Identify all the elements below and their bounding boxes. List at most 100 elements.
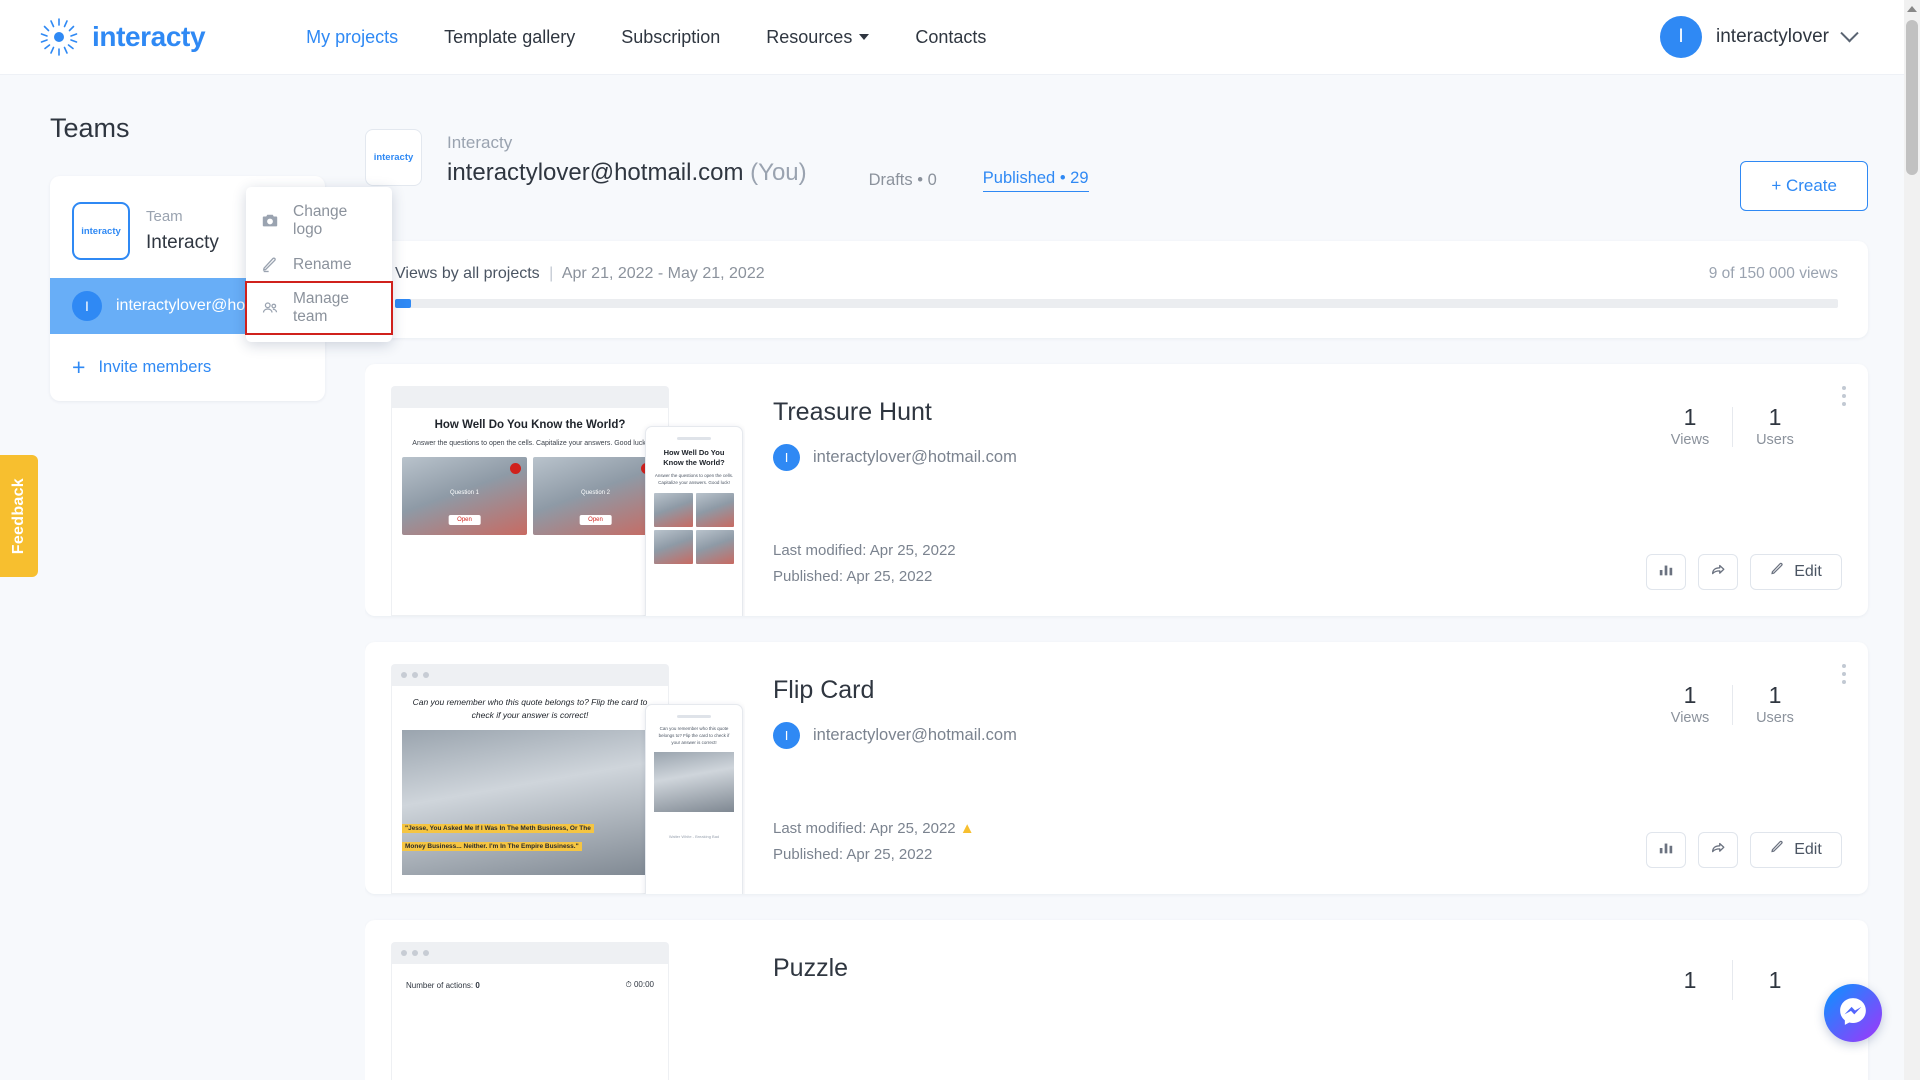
thumbnail-cell-button: Open	[579, 515, 612, 526]
share-icon	[1710, 562, 1726, 583]
lock-icon	[510, 463, 521, 475]
teams-sidebar: Teams interacty Team Interacty I interac…	[0, 75, 393, 1080]
nav-subscription[interactable]: Subscription	[598, 19, 743, 56]
project-users-stat: 1	[1733, 967, 1817, 994]
project-owner-email: interactylover@hotmail.com	[813, 448, 1017, 466]
project-info: Treasure Hunt I interactylover@hotmail.c…	[745, 364, 1623, 616]
project-title: Puzzle	[773, 954, 849, 982]
project-card: Can you remember who this quote belongs …	[365, 642, 1868, 894]
account-header: interacty Interacty interactylover@hotma…	[365, 75, 1868, 211]
warning-icon: ▲	[959, 819, 975, 837]
brand-logo[interactable]: interacty	[38, 16, 206, 58]
messenger-icon	[1838, 996, 1868, 1031]
thumbnail-cell-grid: Question 1 Open Question 2 Open	[402, 457, 658, 536]
main-nav: My projects Template gallery Subscriptio…	[283, 19, 1009, 56]
page-scrollbar[interactable]	[1904, 0, 1920, 1080]
nav-resources[interactable]: Resources	[743, 19, 892, 56]
nav-resources-label: Resources	[766, 26, 853, 47]
project-views-stat: 1 Views	[1648, 682, 1732, 727]
thumbnail-actions-text: Number of actions: 0	[406, 981, 480, 990]
scroll-up-arrow-icon[interactable]	[1904, 0, 1920, 17]
team-kicker: Team	[146, 208, 183, 225]
project-filter-tabs: Drafts • 0 Published • 29	[869, 169, 1089, 192]
account-logo: interacty	[365, 129, 422, 186]
project-stats: 1 1	[1623, 960, 1842, 1000]
create-button[interactable]: + Create	[1740, 161, 1868, 211]
team-name: Interacty	[146, 231, 219, 253]
project-owner: I interactylover@hotmail.com	[773, 444, 1623, 471]
browser-dot	[423, 950, 429, 956]
team-logo[interactable]: interacty	[72, 202, 130, 260]
scrollbar-thumb[interactable]	[1906, 20, 1918, 175]
nav-contacts[interactable]: Contacts	[892, 19, 1009, 56]
views-separator: |	[549, 265, 554, 282]
project-thumbnail[interactable]: Can you remember who this quote belongs …	[365, 642, 745, 894]
project-thumbnail[interactable]: How Well Do You Know the World? Answer t…	[365, 364, 745, 616]
project-thumbnail[interactable]: Number of actions: 0 ⏱ 00:00	[365, 920, 745, 1080]
nav-my-projects[interactable]: My projects	[283, 19, 421, 56]
project-users-label: Users	[1756, 432, 1794, 448]
project-views-value: 1	[1683, 404, 1697, 430]
account-you-suffix: (You)	[750, 159, 807, 187]
kebab-menu-icon[interactable]	[1842, 664, 1846, 684]
thumbnail-band-line1: "Jesse, You Asked Me If I Was In The Met…	[402, 823, 594, 833]
team-logo-text: interacty	[81, 225, 121, 237]
project-edit-button[interactable]: Edit	[1750, 832, 1842, 868]
project-dates: Last modified: Apr 25, 2022 ▲ Published:…	[773, 816, 1623, 869]
project-dates: Last modified: Apr 25, 2022 Published: A…	[773, 538, 1623, 591]
thumbnail-body: Can you remember who this quote belongs …	[391, 686, 669, 894]
feedback-tab[interactable]: Feedback	[0, 455, 38, 577]
plus-icon: +	[72, 354, 86, 380]
project-share-button[interactable]	[1698, 832, 1738, 868]
account-kicker: Interacty	[447, 133, 513, 152]
project-share-button[interactable]	[1698, 554, 1738, 590]
project-info: Flip Card I interactylover@hotmail.com L…	[745, 642, 1623, 894]
project-last-modified: Last modified: Apr 25, 2022	[773, 819, 956, 837]
phone-photo	[654, 752, 734, 813]
project-stats: 1 Views 1 Users	[1623, 682, 1842, 727]
project-title: Flip Card	[773, 676, 875, 704]
project-edit-button[interactable]: Edit	[1750, 554, 1842, 590]
avatar: I	[72, 291, 102, 321]
context-menu-item-change-logo[interactable]: Change logo	[246, 195, 392, 247]
context-menu-item-manage-team[interactable]: Manage team	[245, 281, 393, 335]
phone-notch	[677, 437, 711, 440]
feedback-label: Feedback	[10, 477, 27, 555]
thumbnail-cell-label: Question 1	[449, 490, 480, 497]
project-stats: 1 Views 1 Users	[1623, 404, 1842, 449]
account-meta: Interacty interactylover@hotmail.com (Yo…	[447, 129, 807, 191]
account-email: interactylover@hotmail.com (You)	[447, 156, 807, 191]
bar-chart-icon	[1658, 562, 1674, 583]
user-menu[interactable]: I interactylover	[1660, 16, 1892, 58]
project-edit-label: Edit	[1794, 841, 1822, 858]
project-stats-button[interactable]	[1646, 832, 1686, 868]
tab-published[interactable]: Published • 29	[982, 169, 1089, 192]
project-published-date: Published: Apr 25, 2022	[773, 567, 933, 585]
tab-drafts[interactable]: Drafts • 0	[869, 171, 937, 190]
kebab-menu-icon[interactable]	[1842, 386, 1846, 406]
project-users-stat: 1 Users	[1733, 682, 1817, 727]
nav-subscription-label: Subscription	[621, 26, 721, 47]
project-stats-button[interactable]	[1646, 554, 1686, 590]
pencil-icon	[1770, 840, 1785, 860]
team-meta: Team Interacty	[146, 202, 219, 256]
thumbnail-title: How Well Do You Know the World?	[434, 419, 626, 431]
thumbnail-quote-band: "Jesse, You Asked Me If I Was In The Met…	[402, 817, 658, 853]
phone-title: How Well Do You Know the World?	[663, 448, 725, 468]
project-views-value: 1	[1683, 682, 1697, 708]
project-owner: I interactylover@hotmail.com	[773, 722, 1623, 749]
messenger-chat-button[interactable]	[1824, 984, 1882, 1042]
project-users-value: 1	[1768, 682, 1782, 708]
nav-template-gallery[interactable]: Template gallery	[421, 19, 598, 56]
context-menu-item-rename[interactable]: Rename	[246, 247, 392, 282]
phone-subtitle: Answer the questions to open the cells. …	[654, 473, 734, 485]
phone-cell-grid	[654, 492, 734, 564]
views-label: Views by all projects | Apr 21, 2022 - M…	[395, 265, 765, 283]
phone-caption: Walter White - Breaking Bad	[668, 834, 720, 840]
project-actions: Edit	[1623, 554, 1842, 590]
thumbnail-cell: Question 2 Open	[533, 457, 658, 536]
project-card-right: 1 Views 1 Users Edit	[1623, 364, 1868, 616]
thumbnail-browser-bar	[391, 942, 669, 964]
thumbnail-phone-preview: How Well Do You Know the World? Answer t…	[645, 426, 743, 616]
project-published-date: Published: Apr 25, 2022	[773, 845, 933, 863]
